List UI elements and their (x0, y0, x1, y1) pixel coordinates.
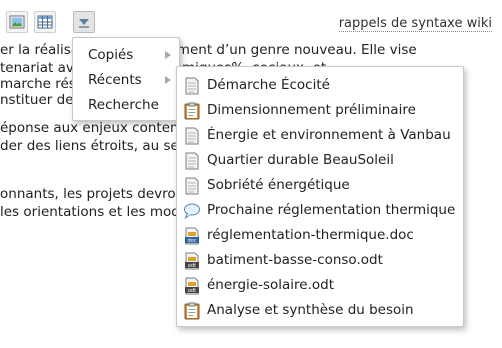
clipboard-icon (184, 302, 200, 320)
recent-item[interactable]: Sobriété énergétique (177, 173, 463, 198)
table-icon (37, 15, 53, 29)
submenu-arrow-icon (165, 51, 171, 59)
recent-item[interactable]: Démarche Écocité (177, 73, 463, 98)
insert-link-button[interactable] (73, 11, 95, 33)
svg-text:odt: odt (188, 288, 196, 294)
recent-item-label: Énergie et environnement à Vanbau (207, 127, 451, 143)
recent-pages-submenu: Démarche Écocité Dimensionnement prélimi… (176, 66, 464, 327)
recent-item-label: Sobriété énergétique (207, 177, 350, 193)
link-type-menu: Copiés Récents Recherche (72, 37, 180, 121)
speech-bubble-icon (184, 203, 200, 220)
recent-item[interactable]: Quartier durable BeauSoleil (177, 148, 463, 173)
menu-item-copies[interactable]: Copiés (73, 43, 179, 67)
recent-item[interactable]: Prochaine réglementation thermique (177, 198, 463, 223)
image-icon (9, 15, 25, 29)
page-icon (185, 127, 199, 145)
recent-item[interactable]: Dimensionnement préliminaire (177, 98, 463, 123)
doc-line: onnants, les projets devront (0, 186, 190, 202)
recent-item[interactable]: odt batiment-basse-conso.odt (177, 248, 463, 273)
page-icon (185, 77, 199, 95)
doc-line: er la réalisa % d’aménagement d’un genre… (0, 42, 417, 58)
recent-item-label: réglementation-thermique.doc (207, 227, 414, 243)
doc-line: éponse aux enjeux contemp (0, 120, 192, 136)
recent-item-label: Démarche Écocité (207, 77, 330, 93)
doc-line: nstituer des (0, 92, 81, 108)
recent-item[interactable]: odt énergie-solaire.odt (177, 273, 463, 298)
recent-item-label: Quartier durable BeauSoleil (207, 152, 394, 168)
editor-toolbar: rappels de syntaxe wiki (0, 0, 502, 36)
recent-item-label: énergie-solaire.odt (207, 277, 335, 293)
recent-item[interactable]: Énergie et environnement à Vanbau (177, 123, 463, 148)
recent-item-label: Dimensionnement préliminaire (207, 102, 416, 118)
clipboard-icon (184, 102, 200, 120)
menu-item-recherche[interactable]: Recherche (73, 93, 179, 117)
recent-item-label: batiment-basse-conso.odt (207, 252, 383, 268)
odt-file-icon: odt (185, 277, 199, 295)
recent-item[interactable]: doc réglementation-thermique.doc (177, 223, 463, 248)
page-icon (185, 152, 199, 170)
menu-item-label: Recherche (88, 97, 159, 113)
doc-file-icon: doc (185, 227, 199, 245)
insert-image-button[interactable] (6, 11, 28, 33)
recent-item-label: Prochaine réglementation thermique (207, 202, 456, 218)
odt-file-icon: odt (185, 252, 199, 270)
link-list-icon (79, 19, 89, 28)
menu-item-recents[interactable]: Récents (73, 68, 179, 92)
submenu-arrow-icon (165, 76, 171, 84)
recent-item-label: Analyse et synthèse du besoin (207, 302, 414, 318)
recent-item[interactable]: Analyse et synthèse du besoin (177, 298, 463, 323)
svg-text:doc: doc (188, 238, 197, 244)
menu-item-label: Copiés (88, 47, 134, 63)
wiki-syntax-link[interactable]: rappels de syntaxe wiki (338, 16, 492, 32)
menu-item-label: Récents (88, 72, 142, 88)
svg-text:odt: odt (188, 263, 196, 269)
doc-line: les orientations et les mod (0, 204, 180, 220)
insert-table-button[interactable] (34, 11, 56, 33)
doc-line: der des liens étroits, au sens (0, 138, 195, 154)
page-icon (185, 177, 199, 195)
